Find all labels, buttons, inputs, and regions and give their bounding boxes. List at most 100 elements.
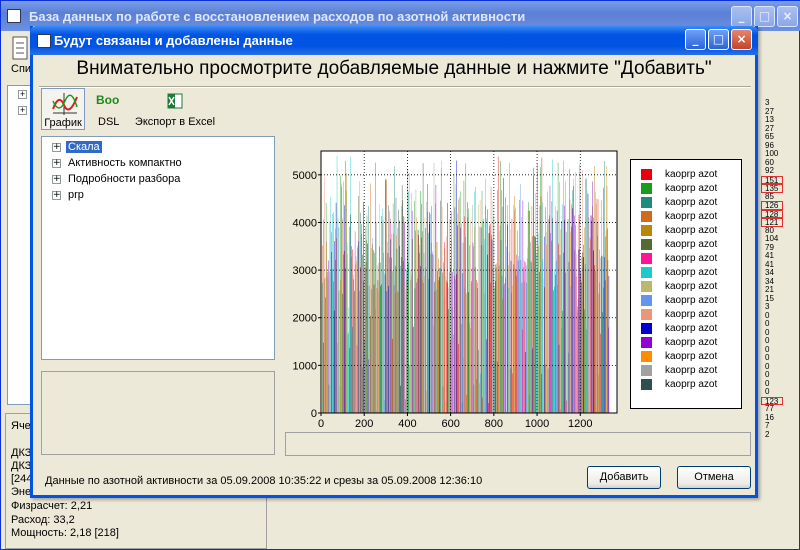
number-cell: 128 bbox=[761, 209, 783, 218]
legend-swatch bbox=[641, 379, 652, 390]
add-data-dialog: Будут связаны и добавлены данные _ □ × В… bbox=[30, 26, 758, 498]
graph-icon bbox=[52, 93, 78, 115]
expand-icon[interactable]: + bbox=[52, 158, 61, 168]
number-cell: 0 bbox=[765, 378, 770, 388]
legend-item: kaoprp azot bbox=[641, 351, 717, 363]
legend-item: kaoprp azot bbox=[641, 309, 717, 321]
dialog-minimize-button[interactable]: _ bbox=[685, 29, 706, 50]
legend-label: kaoprp azot bbox=[665, 351, 718, 363]
boo-label: Boo bbox=[96, 93, 120, 107]
number-cell: 151 bbox=[761, 175, 783, 184]
number-cell: 0 bbox=[765, 319, 770, 328]
expand-icon[interactable]: + bbox=[52, 142, 61, 152]
expand-icon[interactable]: + bbox=[52, 190, 61, 200]
legend-label: kaoprp azot bbox=[665, 211, 718, 223]
legend-item: kaoprp azot bbox=[641, 239, 717, 251]
legend-item: kaoprp azot bbox=[641, 183, 717, 195]
legend-label: kaoprp azot bbox=[665, 183, 718, 195]
legend-swatch bbox=[641, 267, 652, 278]
legend-label: kaoprp azot bbox=[665, 197, 718, 209]
legend-label: kaoprp azot bbox=[665, 267, 718, 279]
legend-label: kaoprp azot bbox=[665, 253, 718, 265]
legend-item: kaoprp azot bbox=[641, 281, 717, 293]
list-icon bbox=[12, 36, 28, 60]
legend-label: kaoprp azot bbox=[665, 337, 718, 349]
legend-label: kaoprp azot bbox=[665, 309, 718, 321]
y-tick-label: 4000 bbox=[293, 217, 317, 229]
legend-item: kaoprp azot bbox=[641, 365, 717, 377]
cancel-button[interactable]: Отмена bbox=[677, 466, 751, 489]
number-cell: 0 bbox=[765, 361, 770, 371]
graph-button[interactable]: График bbox=[41, 88, 85, 130]
legend-swatch bbox=[641, 169, 652, 180]
legend-item: kaoprp azot bbox=[641, 337, 717, 349]
tree-node-activity[interactable]: + Активность компактно bbox=[52, 157, 184, 171]
dialog-maximize-button[interactable]: □ bbox=[708, 29, 729, 50]
detail-line: ДКЗ bbox=[11, 447, 32, 459]
legend-swatch bbox=[641, 365, 652, 376]
tree-node-details[interactable]: + Подробности разбора bbox=[52, 173, 182, 187]
dialog-close-button[interactable]: × bbox=[731, 29, 752, 50]
legend-label: kaoprp azot bbox=[665, 295, 718, 307]
legend-swatch bbox=[641, 197, 652, 208]
legend-swatch bbox=[641, 225, 652, 236]
number-cell: 0 bbox=[765, 310, 770, 320]
x-tick-label: 600 bbox=[441, 418, 459, 430]
legend-item: kaoprp azot bbox=[641, 323, 717, 335]
expand-icon[interactable]: + bbox=[18, 90, 27, 99]
tree-node-prp[interactable]: + prp bbox=[52, 189, 86, 203]
detail-line: Расход: 33,2 bbox=[11, 514, 75, 526]
number-cell: 15 bbox=[765, 293, 774, 303]
status-text: Данные по азотной активности за 05.09.20… bbox=[45, 475, 483, 487]
number-cell: 92 bbox=[765, 166, 774, 175]
main-maximize-button[interactable]: □ bbox=[754, 6, 775, 27]
y-tick-label: 5000 bbox=[293, 170, 317, 182]
tree-node-skala[interactable]: + Скала bbox=[52, 141, 102, 155]
x-tick-label: 0 bbox=[318, 418, 324, 430]
legend-item: kaoprp azot bbox=[641, 197, 717, 209]
legend-item: kaoprp azot bbox=[641, 267, 717, 279]
legend-swatch bbox=[641, 281, 652, 292]
x-tick-label: 800 bbox=[485, 418, 503, 430]
y-tick-label: 0 bbox=[311, 408, 317, 420]
x-tick-label: 200 bbox=[355, 418, 373, 430]
legend-item: kaoprp azot bbox=[641, 211, 717, 223]
legend-label: kaoprp azot bbox=[665, 323, 718, 335]
dialog-heading: Внимательно просмотрите добавляемые данн… bbox=[76, 58, 712, 79]
legend-swatch bbox=[641, 253, 652, 264]
legend-swatch bbox=[641, 211, 652, 222]
legend-label: kaoprp azot bbox=[665, 169, 718, 181]
number-cell: 0 bbox=[765, 370, 770, 379]
number-cell: 85 bbox=[765, 191, 774, 201]
y-tick-label: 3000 bbox=[293, 265, 317, 277]
number-cell: 0 bbox=[765, 353, 770, 362]
dsl-label: DSL bbox=[98, 116, 120, 128]
legend-swatch bbox=[641, 183, 652, 194]
details-panel bbox=[41, 371, 275, 455]
number-cell: 0 bbox=[765, 336, 770, 345]
number-cell: 16 bbox=[765, 412, 774, 422]
detail-line: Физрасчет: 2,21 bbox=[11, 500, 93, 512]
data-tree[interactable]: + Скала + Активность компактно + Подробност… bbox=[41, 136, 275, 360]
add-button[interactable]: Добавить bbox=[587, 466, 661, 489]
legend-item: kaoprp azot bbox=[641, 379, 717, 391]
main-close-button[interactable]: × bbox=[777, 6, 798, 27]
graph-label: График bbox=[44, 117, 82, 129]
main-numbers-column: 3 27 13 27 65 96 100 60 92 151 135 85 126 128 121 80 104… bbox=[761, 98, 800, 439]
expand-icon[interactable]: + bbox=[52, 174, 61, 184]
main-minimize-button[interactable]: _ bbox=[731, 6, 752, 27]
number-cell: 7 bbox=[765, 421, 770, 430]
y-tick-label: 1000 bbox=[293, 360, 317, 372]
chart-legend: kaoprp azot kaoprp azot kaoprp azot kaoprp … bbox=[630, 159, 742, 409]
legend-item: kaoprp azot bbox=[641, 295, 717, 307]
dialog-title-bar: Будут связаны и добавлены данные _ □ × bbox=[30, 26, 758, 55]
excel-label: Экспорт в Excel bbox=[134, 116, 216, 128]
dsl-button[interactable]: Boo DSL bbox=[91, 88, 129, 130]
number-cell: 0 bbox=[765, 344, 770, 354]
export-excel-button[interactable]: Экспорт в Excel bbox=[131, 88, 219, 130]
expand-icon[interactable]: + bbox=[18, 106, 27, 115]
detail-line: Мощность: 2,18 [218] bbox=[11, 527, 119, 539]
dialog-icon bbox=[37, 34, 51, 48]
main-window-title: База данных по работе с восстановлением … bbox=[29, 9, 526, 24]
legend-swatch bbox=[641, 239, 652, 250]
